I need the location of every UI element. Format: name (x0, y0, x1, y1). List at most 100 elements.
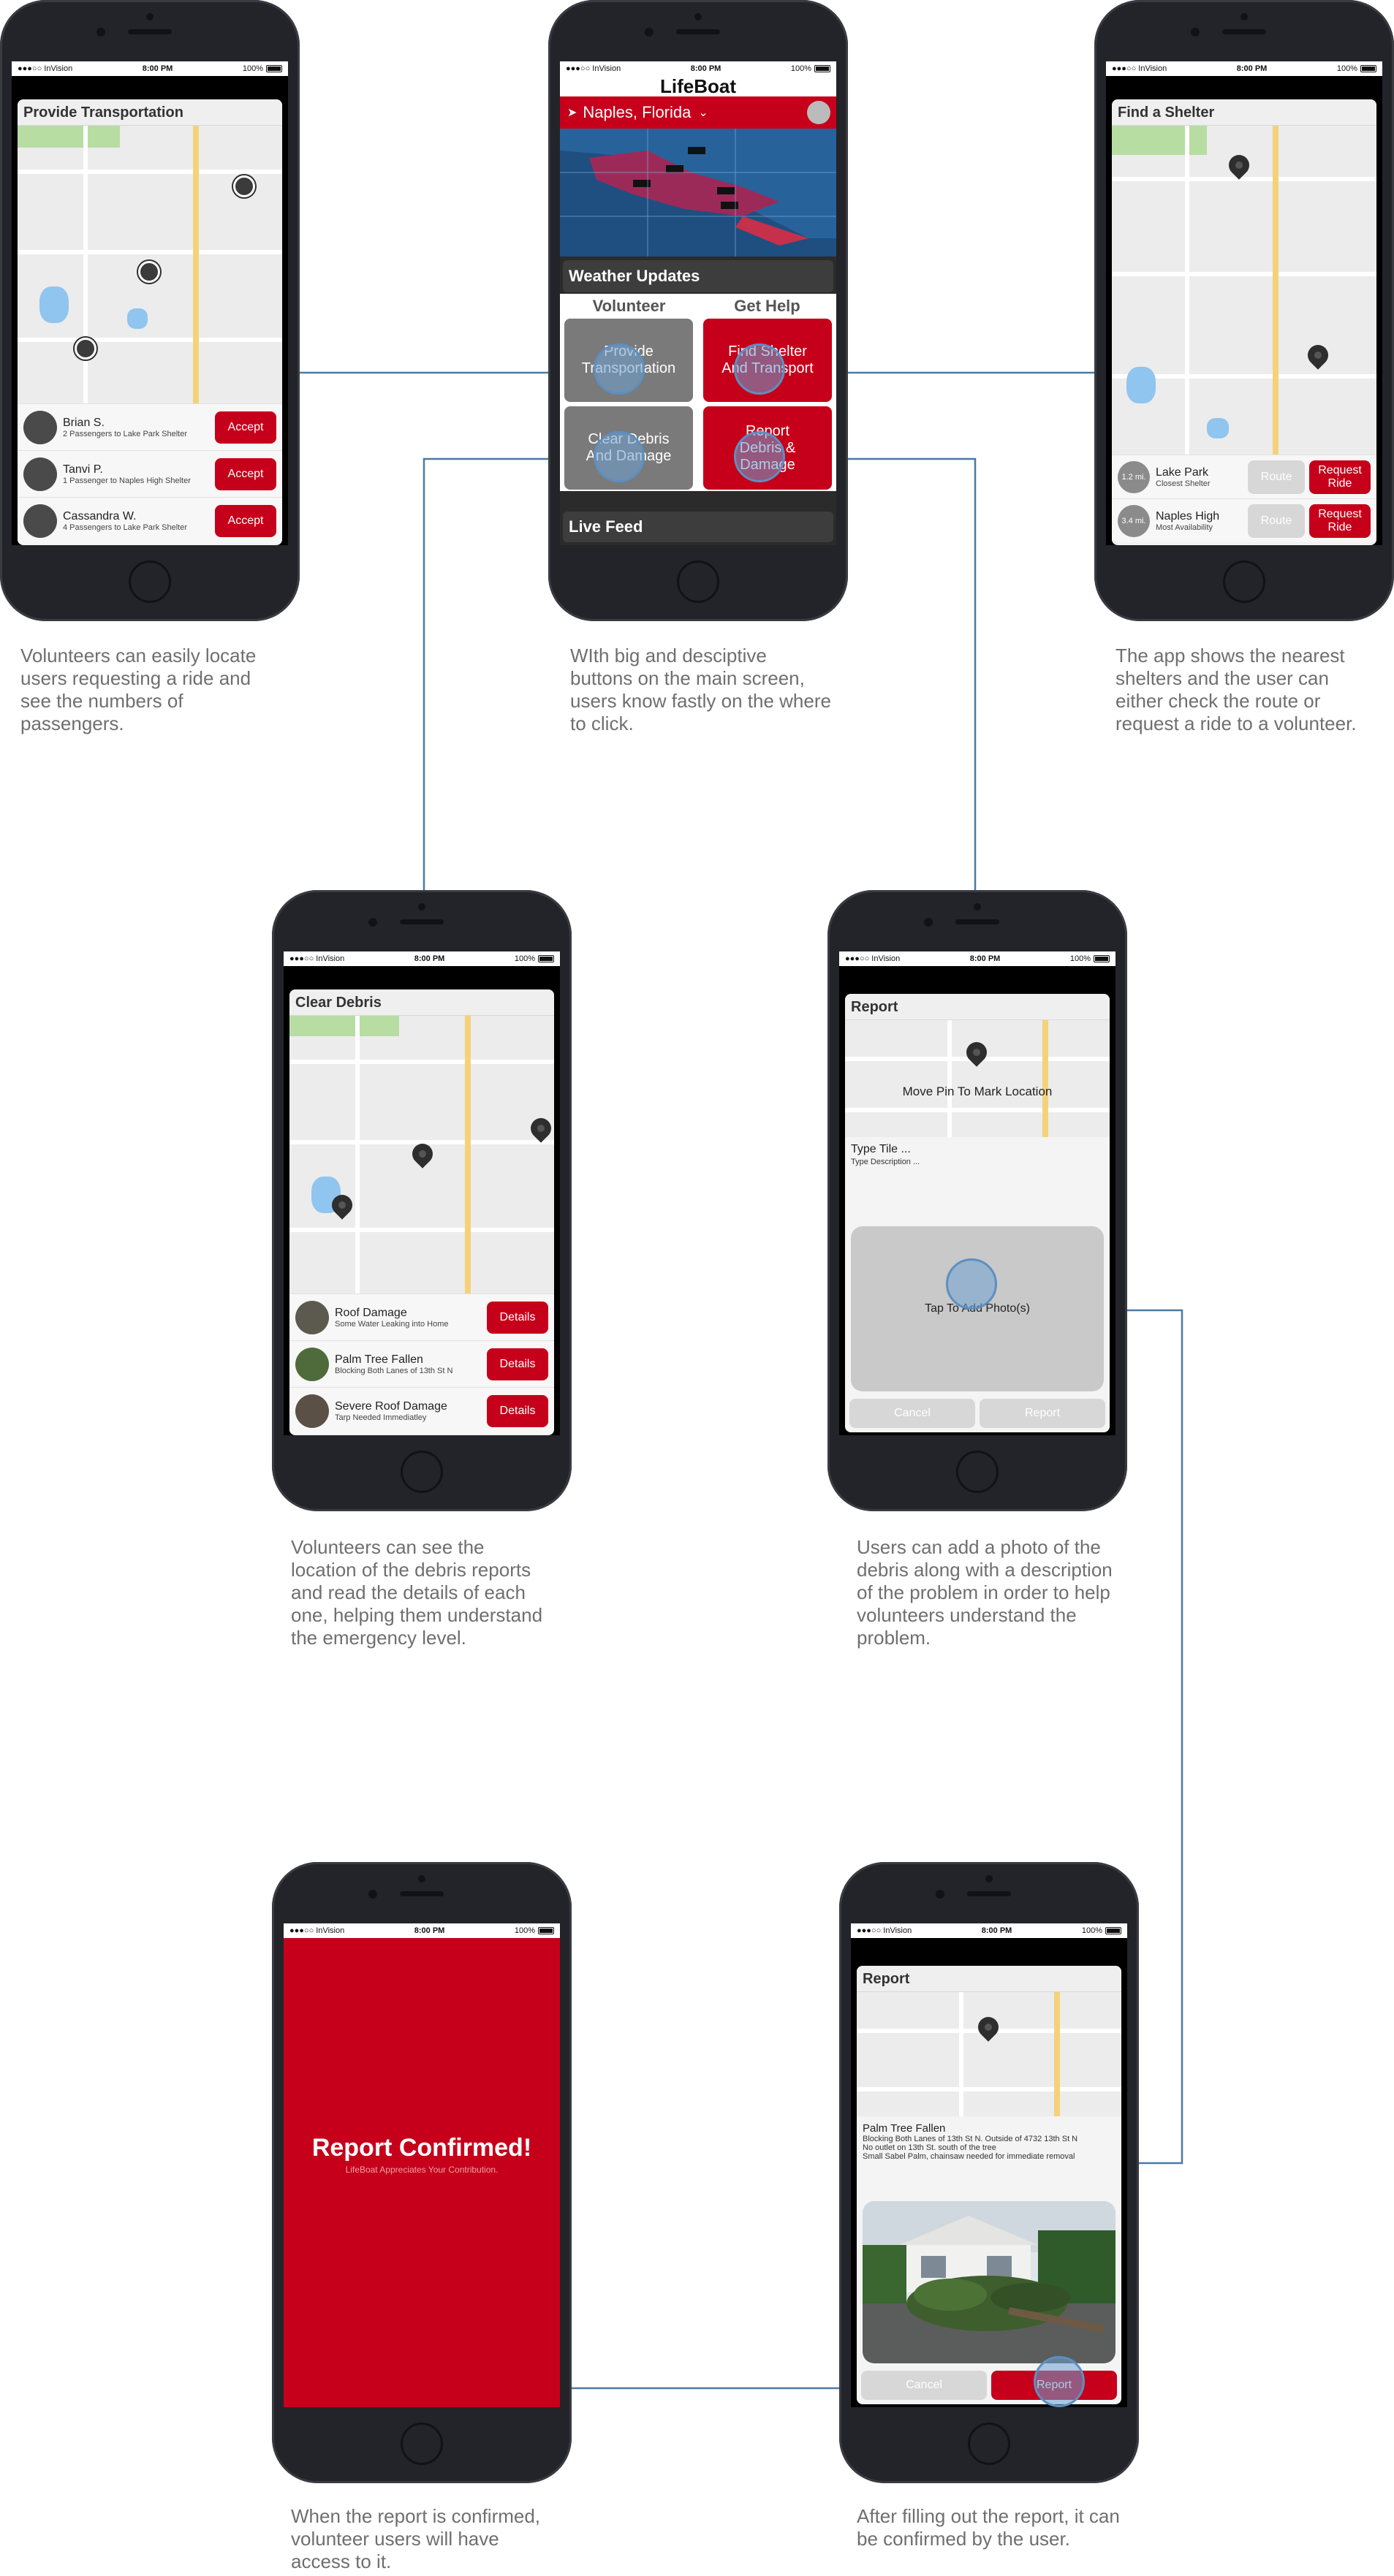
debris-map[interactable] (289, 1016, 554, 1293)
tap-indicator (946, 1258, 997, 1310)
carrier-label: ●●●○○ InVision (289, 954, 345, 963)
clock: 8:00 PM (142, 64, 173, 73)
accept-button[interactable]: Accept (215, 504, 276, 537)
user-marker[interactable] (233, 175, 255, 197)
location-arrow-icon: ➤ (567, 107, 577, 119)
tap-indicator (594, 431, 645, 482)
list-item: 1.2 mi. Lake Park Closest Shelter Route R… (1112, 455, 1376, 498)
caption-confirmed: When the report is confirmed, volunteer … (291, 2505, 541, 2572)
clock: 8:00 PM (981, 1926, 1012, 1935)
shelter-card: Find a Shelter 1.2 mi. Lake Park Closest… (1112, 99, 1376, 545)
request-ride-button[interactable]: Request Ride (1309, 460, 1371, 494)
details-button[interactable]: Details (487, 1301, 548, 1334)
confirmation-title: Report Confirmed! (311, 2134, 532, 2162)
battery-icon (1105, 1927, 1121, 1934)
location-bar[interactable]: ➤ Naples, Florida ⌄ (560, 96, 836, 129)
carrier-label: ●●●○○ InVision (857, 1926, 912, 1935)
location-pin-icon[interactable] (962, 1038, 991, 1067)
damage-photo[interactable] (863, 2201, 1115, 2363)
cancel-button[interactable]: Cancel (849, 1399, 975, 1428)
battery-icon (538, 1927, 554, 1934)
description-input[interactable]: Type Description ... (851, 1158, 1104, 1166)
list-item: Cassandra W. 4 Passengers to Lake Park Sh… (18, 497, 282, 544)
requester-name: Cassandra W. (63, 509, 137, 523)
caption-shelter: The app shows the nearest shelters and t… (1115, 645, 1357, 734)
home-button[interactable] (968, 2423, 1010, 2465)
clock: 8:00 PM (969, 954, 1001, 963)
report-filled-screen: ●●●○○ InVision 8:00 PM 100% Report Palm … (851, 1923, 1127, 2407)
report-button[interactable]: Report (980, 1399, 1105, 1428)
shelter-map[interactable] (1112, 126, 1376, 455)
battery-percent: 100% (514, 954, 535, 963)
page-title: Report (857, 1966, 1121, 1992)
storyboard-canvas: ●●●○○ InVision 8:00 PM 100% Provide Tran… (0, 0, 1394, 2576)
shelter-detail: Most Availability (1156, 523, 1213, 532)
hurricane-map[interactable] (560, 129, 836, 257)
title-input[interactable]: Type Tile ... (851, 1143, 1104, 1156)
battery-percent: 100% (1336, 64, 1357, 73)
home-button[interactable] (401, 2423, 443, 2465)
phone-shelter: ●●●○○ InVision 8:00 PM 100% Find a Shelt… (1094, 0, 1394, 621)
report-map[interactable] (857, 1992, 1121, 2116)
requester-detail: 4 Passengers to Lake Park Shelter (63, 523, 187, 532)
user-marker[interactable] (138, 261, 160, 283)
details-button[interactable]: Details (487, 1348, 548, 1380)
battery-percent: 100% (514, 1926, 535, 1935)
route-button[interactable]: Route (1248, 460, 1305, 494)
accept-button[interactable]: Accept (215, 457, 276, 490)
report-line: Small Sabel Palm, chainsaw needed for im… (863, 2152, 1075, 2161)
tap-indicator (594, 343, 645, 395)
status-bar: ●●●○○ InVision 8:00 PM 100% (851, 1923, 1127, 1938)
phone-transport: ●●●○○ InVision 8:00 PM 100% Provide Tran… (0, 0, 300, 621)
report-map[interactable]: Move Pin To Mark Location (845, 1020, 1110, 1137)
user-marker[interactable] (75, 338, 96, 360)
accept-button[interactable]: Accept (215, 411, 276, 444)
report-empty-screen: ●●●○○ InVision 8:00 PM 100% Report Move … (839, 951, 1115, 1435)
debris-marker[interactable] (526, 1114, 554, 1143)
report-title: Palm Tree Fallen (863, 2122, 946, 2135)
details-button[interactable]: Details (487, 1394, 548, 1427)
shelter-marker[interactable] (1224, 151, 1254, 180)
status-bar: ●●●○○ InVision 8:00 PM 100% (1106, 61, 1382, 76)
home-button[interactable] (1223, 561, 1265, 603)
cancel-button[interactable]: Cancel (861, 2371, 987, 2400)
map-hint: Move Pin To Mark Location (902, 1084, 1053, 1098)
page-title: Provide Transportation (18, 99, 282, 126)
report-details: Palm Tree Fallen Blocking Both Lanes of … (857, 2116, 1121, 2161)
home-button[interactable] (677, 561, 719, 603)
page-title: Find a Shelter (1112, 99, 1376, 126)
volunteer-heading: Volunteer (592, 297, 666, 315)
route-button[interactable]: Route (1248, 504, 1305, 538)
status-bar: ●●●○○ InVision 8:00 PM 100% (839, 951, 1115, 966)
location-pin-icon[interactable] (974, 2013, 1003, 2042)
battery-icon (1094, 955, 1110, 962)
report-line: No outlet on 13th St. south of the tree (863, 2143, 996, 2152)
distance-badge: 1.2 mi. (1118, 460, 1150, 493)
list-item: Severe Roof Damage Tarp Needed Immediatle… (289, 1387, 554, 1434)
carrier-label: ●●●○○ InVision (289, 1926, 345, 1935)
profile-avatar[interactable] (807, 101, 830, 124)
ride-request-list: Brian S. 2 Passengers to Lake Park Shelte… (18, 403, 282, 544)
status-bar: ●●●○○ InVision 8:00 PM 100% (12, 61, 288, 76)
live-feed-button[interactable]: Live Feed (563, 512, 833, 542)
report-thumbnail (295, 1347, 329, 1381)
caption-submit: After filling out the report, it can be … (857, 2505, 1120, 2550)
report-card: Report Move Pin To Mark Location Type Ti… (845, 994, 1110, 1432)
phone-report-filled: ●●●○○ InVision 8:00 PM 100% Report Palm … (839, 1862, 1139, 2483)
transport-map[interactable] (18, 126, 282, 403)
status-bar: ●●●○○ InVision 8:00 PM 100% (284, 951, 560, 966)
clock: 8:00 PM (1236, 64, 1268, 73)
carrier-label: ●●●○○ InVision (18, 64, 73, 73)
shelter-marker[interactable] (1303, 341, 1333, 370)
weather-updates-button[interactable]: Weather Updates (563, 260, 833, 292)
request-ride-button[interactable]: Request Ride (1309, 504, 1371, 538)
home-button[interactable] (401, 1451, 443, 1493)
list-item: 3.4 mi. Naples High Most Availability Rou… (1112, 498, 1376, 542)
home-button[interactable] (129, 561, 171, 603)
confirmation-panel: Report Confirmed! LifeBoat Appreciates Y… (284, 1938, 560, 2407)
clock: 8:00 PM (690, 64, 721, 73)
report-title: Roof Damage (335, 1306, 407, 1319)
caption-transport: Volunteers can easily locate users reque… (20, 645, 257, 734)
shelter-list: 1.2 mi. Lake Park Closest Shelter Route R… (1112, 455, 1376, 542)
home-button[interactable] (956, 1451, 999, 1493)
